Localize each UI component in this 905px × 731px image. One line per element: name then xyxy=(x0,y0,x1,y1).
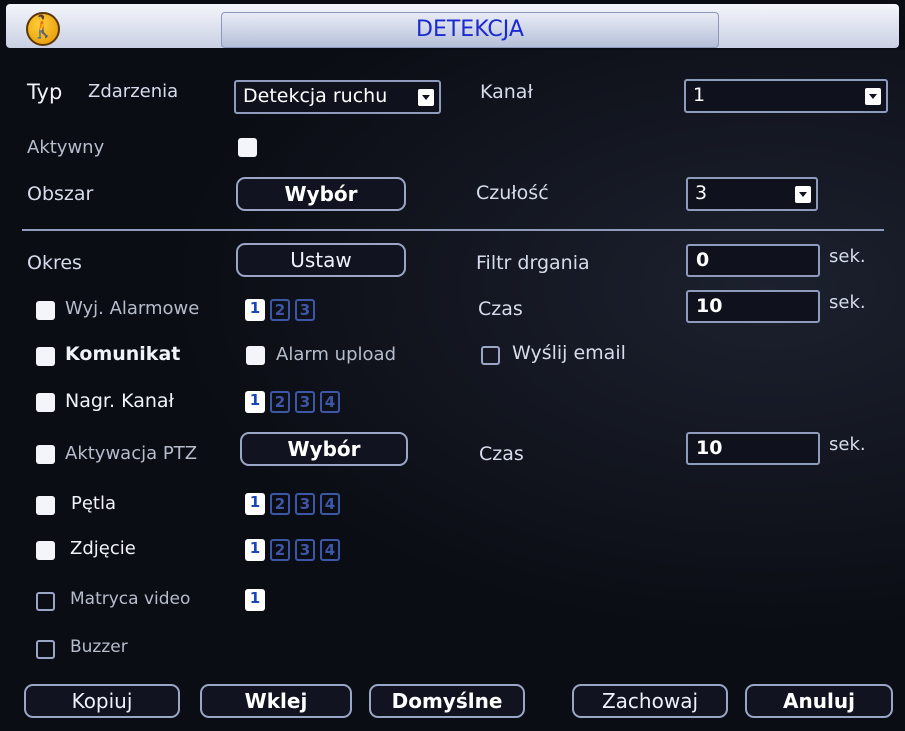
send-email-label: Wyślij email xyxy=(512,342,626,364)
separator xyxy=(22,229,884,231)
event-type-dropdown[interactable]: Detekcja ruchu xyxy=(234,80,441,114)
buzzer-label: Buzzer xyxy=(70,637,128,657)
dialog-title: DETEKCJA xyxy=(221,12,719,48)
sensitivity-dropdown[interactable]: 3 xyxy=(686,177,818,211)
alarm-out-channel-2[interactable]: 2 xyxy=(270,299,290,321)
send-email-checkbox[interactable] xyxy=(481,346,500,365)
chevron-down-icon[interactable] xyxy=(418,89,434,106)
tour-channel-3[interactable]: 3 xyxy=(295,493,315,515)
copy-button[interactable]: Kopiuj xyxy=(24,684,180,718)
sensitivity-label: Czułość xyxy=(476,182,549,204)
tour-checkbox[interactable] xyxy=(36,496,55,515)
snapshot-checkbox[interactable] xyxy=(36,541,55,560)
chevron-down-icon[interactable] xyxy=(865,88,881,105)
tour-channel-4[interactable]: 4 xyxy=(320,493,340,515)
alarm-out-channel-1[interactable]: 1 xyxy=(245,299,265,321)
active-label: Aktywny xyxy=(27,137,105,158)
anti-dither-label: Filtr drgania xyxy=(476,252,590,274)
period-label: Okres xyxy=(27,252,82,274)
matrix-channel-1[interactable]: 1 xyxy=(245,589,265,611)
ptz-select-button[interactable]: Wybór xyxy=(240,432,408,466)
channel-dropdown[interactable]: 1 xyxy=(684,79,888,113)
snapshot-label: Zdjęcie xyxy=(70,538,136,559)
record-channel-1[interactable]: 1 xyxy=(245,391,265,413)
record-channel-label: Nagr. Kanał xyxy=(65,390,174,412)
snapshot-channel-3[interactable]: 3 xyxy=(295,539,315,561)
cancel-button[interactable]: Anuluj xyxy=(745,684,893,718)
default-button[interactable]: Domyślne xyxy=(369,684,525,718)
snapshot-channel-4[interactable]: 4 xyxy=(320,539,340,561)
anti-dither-value: 0 xyxy=(696,249,710,271)
record-channel-3[interactable]: 3 xyxy=(295,391,315,413)
detection-dialog: 🚶 DETEKCJA Typ Zdarzenia Detekcja ruchu … xyxy=(0,0,905,731)
channel-label: Kanał xyxy=(480,81,533,103)
save-button[interactable]: Zachowaj xyxy=(572,684,728,718)
record-channel-checkbox[interactable] xyxy=(36,393,55,412)
event-type-label: Zdarzenia xyxy=(88,81,179,102)
event-type-value: Detekcja ruchu xyxy=(243,85,388,107)
ptz-delay-value: 10 xyxy=(696,437,723,459)
alarm-upload-checkbox[interactable] xyxy=(246,346,265,365)
alarm-out-channel-3[interactable]: 3 xyxy=(295,299,315,321)
ptz-delay-label: Czas xyxy=(479,443,524,465)
snapshot-channel-2[interactable]: 2 xyxy=(270,539,290,561)
chevron-down-icon[interactable] xyxy=(795,186,811,203)
record-channel-2[interactable]: 2 xyxy=(270,391,290,413)
anti-dither-field[interactable]: 0 xyxy=(686,244,820,277)
delay-field[interactable]: 10 xyxy=(686,290,820,323)
channel-value: 1 xyxy=(693,84,706,106)
event-type-label-bold: Typ xyxy=(27,80,63,104)
anti-dither-unit: sek. xyxy=(829,246,866,267)
delay-unit: sek. xyxy=(829,292,866,313)
alarm-upload-label: Alarm upload xyxy=(276,344,396,365)
period-set-button[interactable]: Ustaw xyxy=(236,243,406,277)
ptz-delay-unit: sek. xyxy=(829,434,866,455)
sensitivity-value: 3 xyxy=(695,182,708,204)
paste-button[interactable]: Wklej xyxy=(200,684,352,718)
record-channel-4[interactable]: 4 xyxy=(320,391,340,413)
snapshot-channel-1[interactable]: 1 xyxy=(245,539,265,561)
matrix-checkbox[interactable] xyxy=(36,592,55,611)
message-checkbox[interactable] xyxy=(36,347,55,366)
ptz-label: Aktywacja PTZ xyxy=(65,443,198,464)
buzzer-checkbox[interactable] xyxy=(36,640,55,659)
alarm-out-label: Wyj. Alarmowe xyxy=(65,298,200,319)
area-select-button[interactable]: Wybór xyxy=(236,177,406,211)
area-label: Obszar xyxy=(27,183,94,205)
tour-label: Pętla xyxy=(71,493,117,514)
matrix-label: Matryca video xyxy=(70,589,191,609)
walking-person-icon: 🚶 xyxy=(26,12,60,46)
active-checkbox[interactable] xyxy=(238,138,257,157)
ptz-delay-field[interactable]: 10 xyxy=(686,432,820,465)
ptz-checkbox[interactable] xyxy=(36,445,55,464)
tour-channel-1[interactable]: 1 xyxy=(245,493,265,515)
delay-value: 10 xyxy=(696,295,723,317)
alarm-out-checkbox[interactable] xyxy=(36,301,55,320)
delay-label: Czas xyxy=(478,298,523,320)
title-bar: 🚶 DETEKCJA xyxy=(6,4,899,48)
tour-channel-2[interactable]: 2 xyxy=(270,493,290,515)
message-label: Komunikat xyxy=(65,343,181,365)
